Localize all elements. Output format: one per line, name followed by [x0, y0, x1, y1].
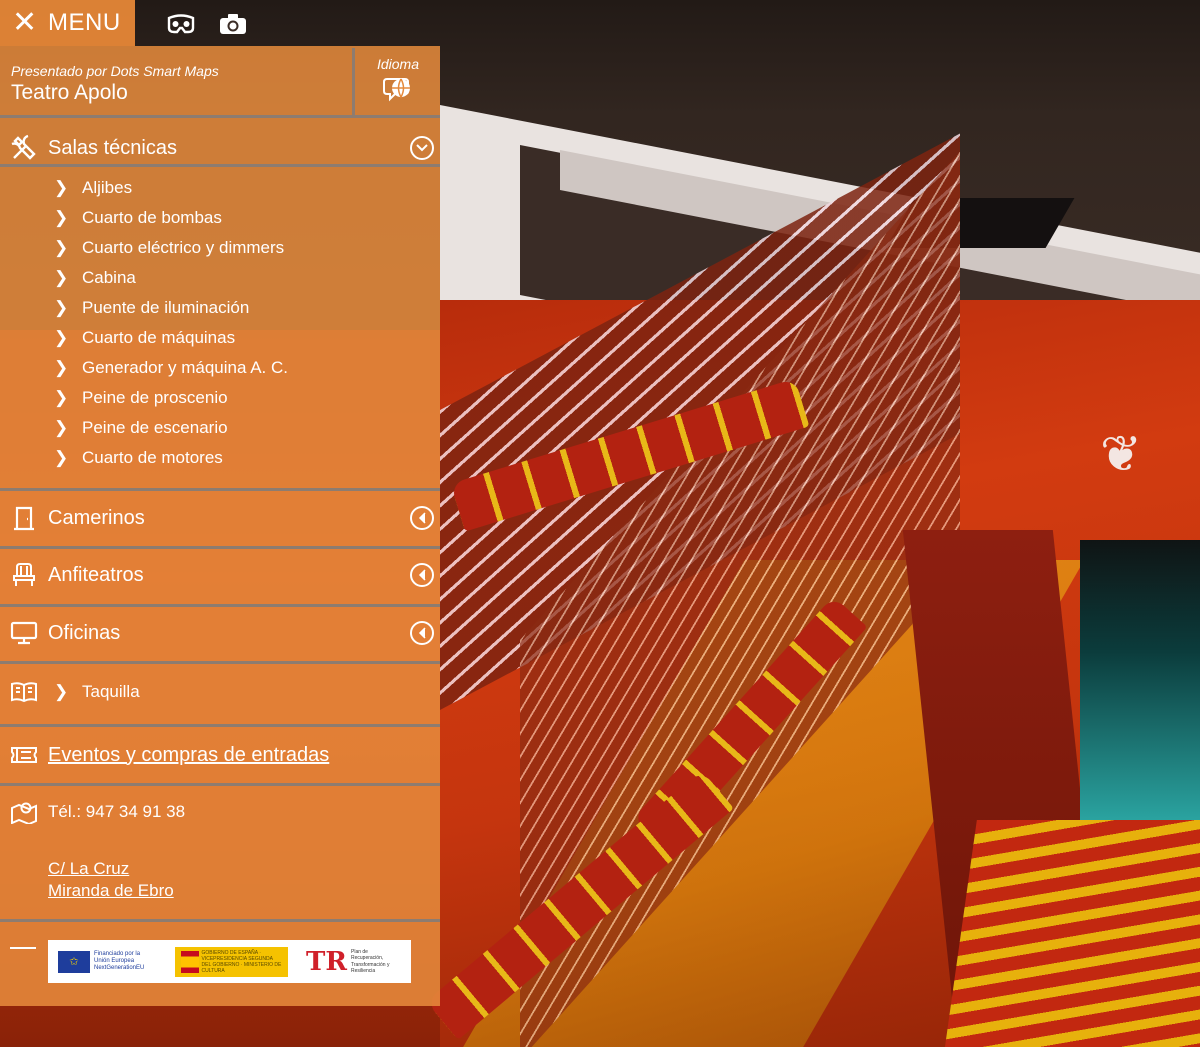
- eu-flag-icon: ✩: [58, 950, 90, 973]
- divider: [0, 783, 440, 786]
- ornament-icon: ❦: [1100, 426, 1142, 482]
- map-pin-icon: [0, 800, 48, 824]
- divider: [0, 164, 440, 167]
- section-oficinas[interactable]: Oficinas: [0, 615, 440, 651]
- panel-header: Presentado por Dots Smart Maps Teatro Ap…: [0, 46, 440, 118]
- close-icon: ✕: [12, 6, 38, 39]
- header-divider: [352, 48, 355, 116]
- menu-label: MENU: [48, 9, 121, 36]
- divider: [0, 546, 440, 549]
- side-menu-panel: Presentado por Dots Smart Maps Teatro Ap…: [0, 46, 440, 1006]
- sublink-peine-escenario[interactable]: ❯ Peine de escenario: [54, 418, 228, 438]
- divider: [0, 488, 440, 491]
- sublink-cuarto-maquinas[interactable]: ❯ Cuarto de máquinas: [54, 328, 235, 348]
- address-city-link[interactable]: Miranda de Ebro: [48, 881, 174, 901]
- chevron-right-icon: ❯: [54, 328, 69, 347]
- chevron-down-icon[interactable]: [410, 136, 434, 160]
- divider: [0, 919, 440, 922]
- recovery-plan-logo: TR Plan de Recuperación, Transformación …: [306, 946, 390, 977]
- section-label: Camerinos: [48, 506, 145, 529]
- spain-gov-logo: GOBIERNO DE ESPAÑA · VICEPRESIDENCIA SEG…: [174, 946, 288, 977]
- sublink-generador[interactable]: ❯ Generador y máquina A. C.: [54, 358, 288, 378]
- language-selector[interactable]: Idioma: [358, 56, 438, 103]
- book-icon: [0, 681, 48, 703]
- chevron-left-icon[interactable]: [410, 506, 434, 530]
- footer-dash: [10, 947, 36, 949]
- ticket-icon: [0, 744, 48, 766]
- chevron-right-icon: ❯: [54, 448, 69, 467]
- language-label: Idioma: [376, 56, 420, 72]
- presented-by-text: Presentado por Dots Smart Maps: [11, 63, 219, 79]
- divider: [0, 661, 440, 664]
- taquilla-link[interactable]: Taquilla: [82, 682, 140, 702]
- venue-title: Teatro Apolo: [11, 81, 128, 104]
- section-eventos[interactable]: Eventos y compras de entradas: [0, 737, 440, 773]
- chevron-right-icon: ❯: [54, 268, 69, 287]
- sublink-aljibes[interactable]: ❯ Aljibes: [54, 178, 132, 198]
- sublink-cuarto-motores[interactable]: ❯ Cuarto de motores: [54, 448, 223, 468]
- seat-icon: [0, 562, 48, 588]
- section-camerinos[interactable]: Camerinos: [0, 500, 440, 536]
- sublink-cuarto-bombas[interactable]: ❯ Cuarto de bombas: [54, 208, 222, 228]
- spain-flag-icon: [180, 950, 199, 973]
- door-icon: [0, 505, 48, 531]
- tr-logo-icon: TR: [306, 946, 347, 977]
- section-salas-tecnicas[interactable]: Salas técnicas: [0, 130, 440, 166]
- sublink-puente-iluminacion[interactable]: ❯ Puente de iluminación: [54, 298, 249, 318]
- eu-logo: ✩ Financiado por la Unión Europea NextGe…: [58, 950, 156, 973]
- chevron-left-icon[interactable]: [410, 563, 434, 587]
- globe-chat-icon: [358, 75, 438, 103]
- divider: [0, 724, 440, 727]
- stalls-seating: [943, 820, 1200, 1047]
- monitor-icon: [0, 621, 48, 645]
- tools-icon: [0, 134, 48, 162]
- chevron-right-icon: ❯: [54, 298, 69, 317]
- stage: [1080, 540, 1200, 820]
- events-tickets-link[interactable]: Eventos y compras de entradas: [48, 744, 440, 767]
- address-street-link[interactable]: C/ La Cruz: [48, 859, 129, 879]
- menu-button[interactable]: ✕ MENU: [0, 0, 135, 46]
- phone-number[interactable]: Tél.: 947 34 91 38: [48, 802, 185, 822]
- section-contacto: Tél.: 947 34 91 38: [0, 796, 440, 828]
- chevron-right-icon: ❯: [54, 238, 69, 257]
- funding-logos: ✩ Financiado por la Unión Europea NextGe…: [48, 940, 411, 983]
- section-label: Salas técnicas: [48, 136, 177, 159]
- chevron-left-icon[interactable]: [410, 621, 434, 645]
- chevron-right-icon: ❯: [54, 208, 69, 227]
- chevron-right-icon: ❯: [54, 418, 69, 437]
- section-taquilla[interactable]: ❯ Taquilla: [0, 674, 440, 710]
- chevron-right-icon: ❯: [54, 682, 69, 701]
- chevron-right-icon: ❯: [54, 358, 69, 377]
- sublink-peine-proscenio[interactable]: ❯ Peine de proscenio: [54, 388, 228, 408]
- chevron-right-icon: ❯: [54, 388, 69, 407]
- divider: [0, 604, 440, 607]
- camera-icon[interactable]: [217, 10, 249, 38]
- section-label: Anfiteatros: [48, 563, 144, 586]
- sublink-cuarto-electrico[interactable]: ❯ Cuarto eléctrico y dimmers: [54, 238, 284, 258]
- sublink-cabina[interactable]: ❯ Cabina: [54, 268, 136, 288]
- vr-headset-icon[interactable]: [165, 10, 197, 38]
- section-label: Oficinas: [48, 621, 121, 644]
- section-anfiteatros[interactable]: Anfiteatros: [0, 557, 440, 593]
- chevron-right-icon: ❯: [54, 178, 69, 197]
